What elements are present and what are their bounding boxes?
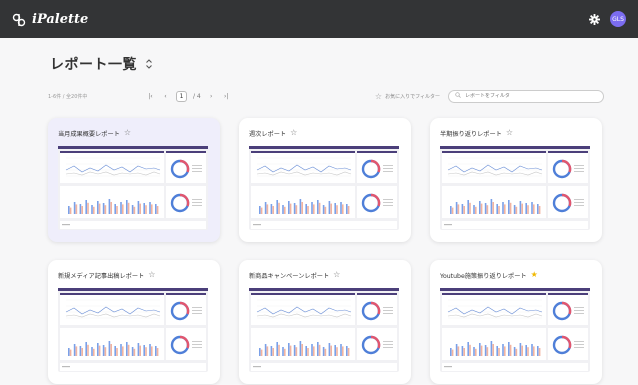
report-card[interactable]: 新商品キャンペーンレポート ☆ (239, 260, 411, 384)
report-thumbnail (249, 146, 399, 230)
favorite-star-icon[interactable]: ☆ (148, 271, 155, 279)
dashboard-preview (58, 288, 208, 372)
next-page-button[interactable]: › (207, 93, 216, 100)
dashboard-preview (440, 288, 590, 372)
last-page-button[interactable]: ›| (222, 93, 231, 100)
report-thumbnail (58, 146, 208, 230)
prev-page-button[interactable]: ‹ (161, 93, 170, 100)
star-outline-icon: ☆ (374, 91, 383, 101)
report-grid: 当月成果概要レポート ☆ 週次レポート ☆ 半期振り返りレポート ☆ 新規メディ… (48, 118, 602, 384)
favorite-star-icon[interactable]: ☆ (333, 271, 340, 279)
current-page-field[interactable]: 1 (176, 90, 187, 102)
app-logo[interactable]: iPalette (12, 12, 88, 27)
report-card[interactable]: 週次レポート ☆ (239, 118, 411, 242)
page-total: / 4 (193, 92, 201, 100)
favorites-filter[interactable]: ☆ お気に入りでフィルター (375, 92, 440, 101)
search-icon (455, 92, 461, 100)
pagination: |‹ ‹ 1 / 4 › ›| (146, 90, 231, 102)
search-input[interactable] (465, 93, 595, 99)
page-title: レポート一覧 (50, 57, 137, 73)
palette-logo-icon (12, 12, 26, 27)
app-header: iPalette GLS (0, 0, 638, 38)
user-avatar[interactable]: GLS (610, 11, 626, 27)
dashboard-preview (440, 146, 590, 230)
first-page-button[interactable]: |‹ (146, 93, 155, 100)
result-count: 1-6件 / 全20件中 (48, 93, 88, 100)
report-thumbnail (249, 288, 399, 372)
dashboard-preview (249, 146, 399, 230)
report-card-title: 新商品キャンペーンレポート (249, 272, 330, 280)
report-card-title: 半期振り返りレポート (440, 130, 502, 138)
report-thumbnail (440, 146, 590, 230)
report-thumbnail (440, 288, 590, 372)
report-card[interactable]: 新規メディア記事出稿レポート ☆ (48, 260, 220, 384)
favorite-star-icon[interactable]: ★ (531, 271, 538, 279)
report-card-title: 週次レポート (249, 130, 287, 138)
sort-icon[interactable] (145, 58, 153, 70)
favorite-star-icon[interactable]: ☆ (124, 129, 131, 137)
favorites-filter-label: お気に入りでフィルター (385, 93, 440, 100)
favorite-star-icon[interactable]: ☆ (506, 129, 513, 137)
report-search[interactable] (448, 89, 604, 103)
report-card-title: 当月成果概要レポート (58, 130, 120, 138)
report-card-title: 新規メディア記事出稿レポート (58, 272, 145, 280)
list-toolbar: 1-6件 / 全20件中 |‹ ‹ 1 / 4 › ›| ☆ お気に入りでフィル… (48, 88, 604, 104)
report-card[interactable]: Youtube施策振り返りレポート ★ (430, 260, 602, 384)
report-thumbnail (58, 288, 208, 372)
report-card-title: Youtube施策振り返りレポート (440, 272, 527, 280)
gear-icon[interactable] (588, 13, 600, 25)
report-card[interactable]: 当月成果概要レポート ☆ (48, 118, 220, 242)
report-card[interactable]: 半期振り返りレポート ☆ (430, 118, 602, 242)
dashboard-preview (58, 146, 208, 230)
dashboard-preview (249, 288, 399, 372)
favorite-star-icon[interactable]: ☆ (290, 129, 297, 137)
app-name: iPalette (32, 11, 89, 27)
